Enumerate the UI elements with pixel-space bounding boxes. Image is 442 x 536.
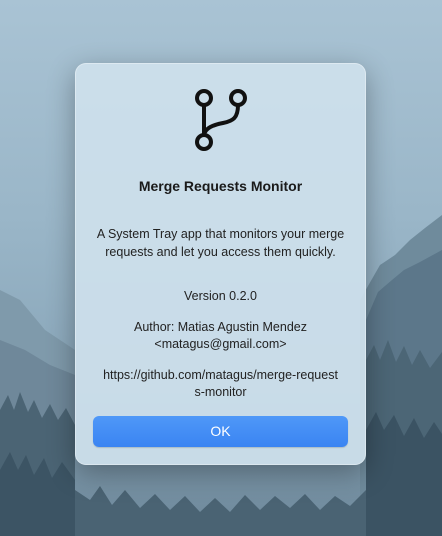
git-merge-icon [195,89,247,151]
version-label: Version 0.2.0 [184,289,257,303]
author-info: Author: Matias Agustin Mendez <matagus@g… [75,319,366,353]
ok-button[interactable]: OK [93,416,348,447]
author-name: Author: Matias Agustin Mendez [133,320,307,334]
author-email: <matagus@gmail.com> [154,337,287,351]
repo-url: https://github.com/matagus/merge-request… [103,368,338,399]
about-dialog: Merge Requests Monitor A System Tray app… [75,63,366,465]
desktop: Merge Requests Monitor A System Tray app… [0,0,442,536]
dialog-title: Merge Requests Monitor [138,178,303,194]
app-description: A System Tray app that monitors your mer… [96,227,345,259]
